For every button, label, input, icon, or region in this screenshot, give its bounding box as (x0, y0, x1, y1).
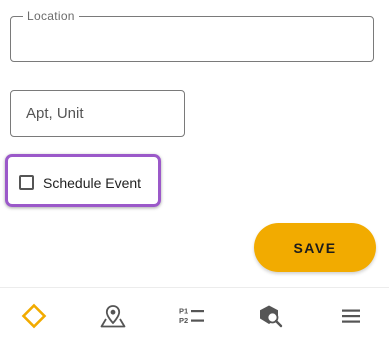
bottom-nav-bar: P1 P2 (0, 287, 389, 342)
nav-item-home[interactable] (4, 288, 64, 343)
schedule-event-label: Schedule Event (43, 175, 142, 191)
menu-icon (342, 309, 360, 323)
location-input[interactable] (11, 17, 373, 61)
priority-list-icon: P1 P2 (179, 306, 204, 325)
nav-item-map[interactable] (83, 288, 143, 343)
nav-item-menu[interactable] (321, 288, 381, 343)
apt-unit-field[interactable] (10, 90, 185, 137)
nav-item-search[interactable] (241, 288, 301, 343)
schedule-event-checkbox[interactable] (19, 175, 34, 190)
apt-unit-input[interactable] (11, 91, 184, 136)
priority-label-p2: P2 (179, 316, 188, 325)
priority-label-p1: P1 (179, 306, 188, 315)
location-field[interactable]: Location (10, 9, 374, 62)
schedule-event-checkbox-row[interactable]: Schedule Event (5, 154, 161, 207)
search-cube-icon (260, 305, 283, 327)
map-pin-icon (100, 304, 126, 327)
diamond-icon (21, 303, 47, 328)
nav-item-priorities[interactable]: P1 P2 (162, 288, 222, 343)
save-button[interactable]: SAVE (254, 223, 376, 272)
